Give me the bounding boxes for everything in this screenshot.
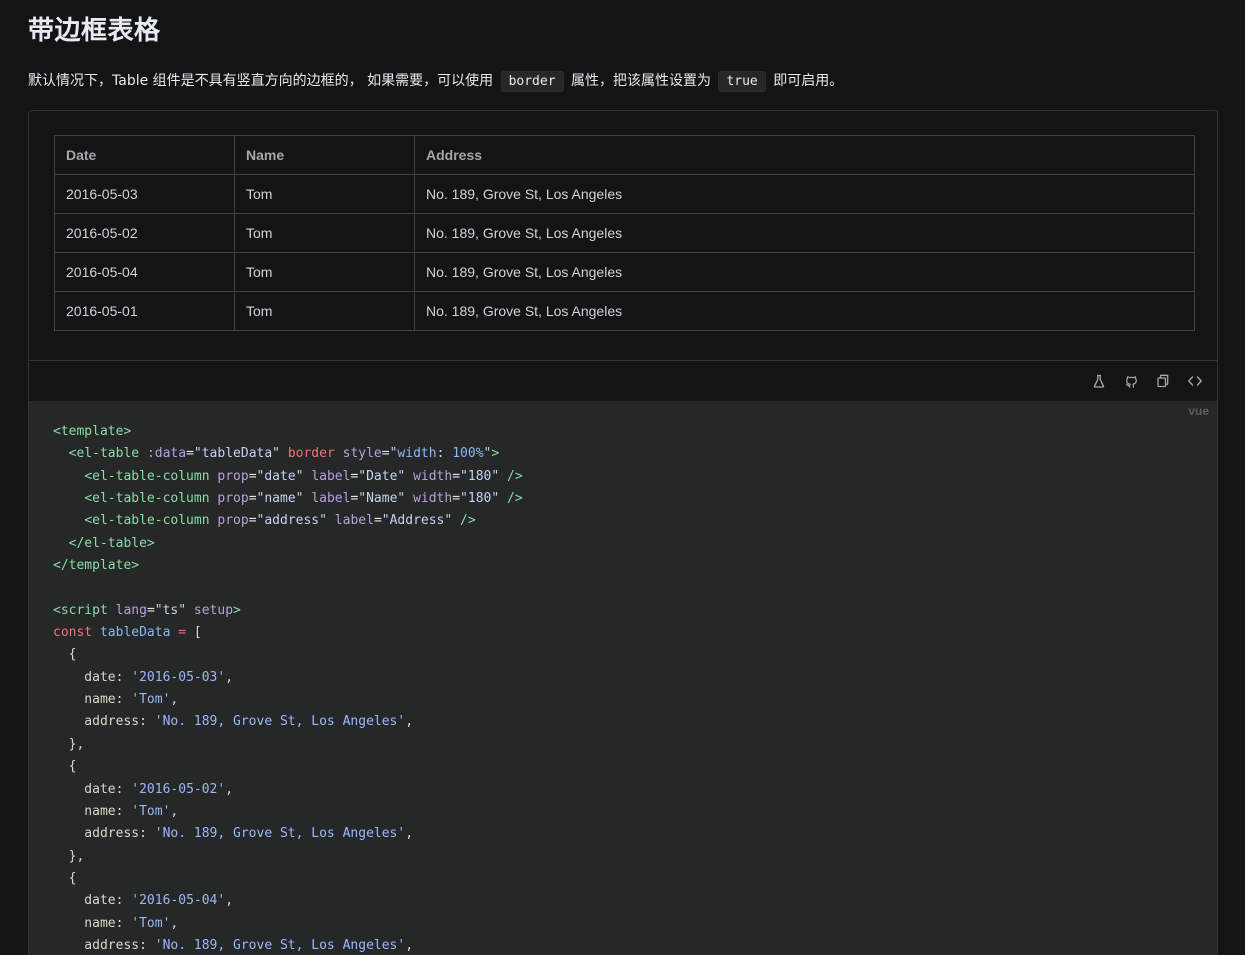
demo-toolbar: [29, 361, 1217, 402]
page: 带边框表格 默认情况下，Table 组件是不具有竖直方向的边框的， 如果需要，可…: [0, 0, 1245, 955]
code-language-label: vue: [1188, 404, 1209, 418]
source-code-panel: vue <template> <el-table :data="tableDat…: [29, 402, 1217, 955]
code-line: name: 'Tom',: [53, 692, 179, 708]
cell-name: Tom: [234, 213, 415, 253]
cell-address: No. 189, Grove St, Los Angeles: [414, 291, 1195, 331]
playground-icon[interactable]: [1089, 371, 1109, 391]
code-line: <el-table-column prop="date" label="Date…: [84, 468, 523, 484]
code-line: name: 'Tom',: [53, 803, 179, 819]
bordered-table: Date Name Address 2016-05-03 Tom No. 189…: [54, 135, 1195, 331]
github-icon[interactable]: [1121, 371, 1141, 391]
toolbar-icons: [1089, 371, 1205, 391]
cell-name: Tom: [234, 252, 415, 292]
column-header-name[interactable]: Name: [234, 135, 415, 175]
code-line: },: [53, 848, 85, 864]
table-row[interactable]: 2016-05-01 Tom No. 189, Grove St, Los An…: [54, 291, 1195, 331]
code-line: <el-table-column prop="address" label="A…: [84, 513, 476, 529]
code-line: name: 'Tom',: [53, 915, 179, 931]
code-line: date: '2016-05-04',: [53, 893, 234, 909]
copy-icon[interactable]: [1153, 371, 1173, 391]
demo-block: Date Name Address 2016-05-03 Tom No. 189…: [28, 110, 1218, 955]
cell-name: Tom: [234, 174, 415, 214]
column-header-date[interactable]: Date: [54, 135, 235, 175]
code-line: <script lang="ts" setup>: [53, 602, 241, 618]
code-line: <template>: [53, 424, 132, 439]
table-row[interactable]: 2016-05-03 Tom No. 189, Grove St, Los An…: [54, 174, 1195, 214]
cell-date: 2016-05-01: [54, 291, 235, 331]
description-text-3: 即可启用。: [773, 73, 844, 89]
cell-name: Tom: [234, 291, 415, 331]
code-line: </template>: [53, 558, 140, 574]
page-title: 带边框表格: [28, 16, 161, 46]
description-text-2: 属性，把该属性设置为: [570, 73, 711, 89]
inline-code-border: border: [500, 71, 564, 92]
code-line: address: 'No. 189, Grove St, Los Angeles…: [53, 714, 414, 730]
table-row[interactable]: 2016-05-04 Tom No. 189, Grove St, Los An…: [54, 252, 1195, 292]
code-line: address: 'No. 189, Grove St, Los Angeles…: [53, 937, 414, 953]
source-code: <template> <el-table :data="tableData" b…: [53, 421, 523, 955]
cell-date: 2016-05-02: [54, 213, 235, 253]
cell-date: 2016-05-03: [54, 174, 235, 214]
code-line: date: '2016-05-02',: [53, 781, 234, 797]
table-row[interactable]: 2016-05-02 Tom No. 189, Grove St, Los An…: [54, 213, 1195, 253]
cell-date: 2016-05-04: [54, 252, 235, 292]
cell-address: No. 189, Grove St, Los Angeles: [414, 213, 1195, 253]
description: 默认情况下，Table 组件是不具有竖直方向的边框的， 如果需要，可以使用 bo…: [28, 70, 843, 93]
code-line: {: [53, 759, 77, 775]
column-header-address[interactable]: Address: [414, 135, 1195, 175]
code-line: {: [53, 647, 77, 663]
code-line: const tableData = [: [53, 625, 202, 641]
code-line: date: '2016-05-03',: [53, 669, 234, 685]
code-line: {: [53, 870, 77, 886]
code-line: <el-table-column prop="name" label="Name…: [84, 491, 523, 507]
code-line: address: 'No. 189, Grove St, Los Angeles…: [53, 826, 414, 842]
inline-code-true: true: [718, 71, 766, 92]
cell-address: No. 189, Grove St, Los Angeles: [414, 252, 1195, 292]
code-line: <el-table :data="tableData" border style…: [68, 446, 500, 462]
cell-address: No. 189, Grove St, Los Angeles: [414, 174, 1195, 214]
demo-preview: Date Name Address 2016-05-03 Tom No. 189…: [29, 111, 1217, 361]
code-icon[interactable]: [1185, 371, 1205, 391]
table-header-row: Date Name Address: [54, 135, 1195, 175]
description-text-1: 默认情况下，Table 组件是不具有竖直方向的边框的， 如果需要，可以使用: [28, 73, 494, 89]
code-line: },: [53, 736, 85, 752]
code-line: </el-table>: [68, 535, 155, 551]
